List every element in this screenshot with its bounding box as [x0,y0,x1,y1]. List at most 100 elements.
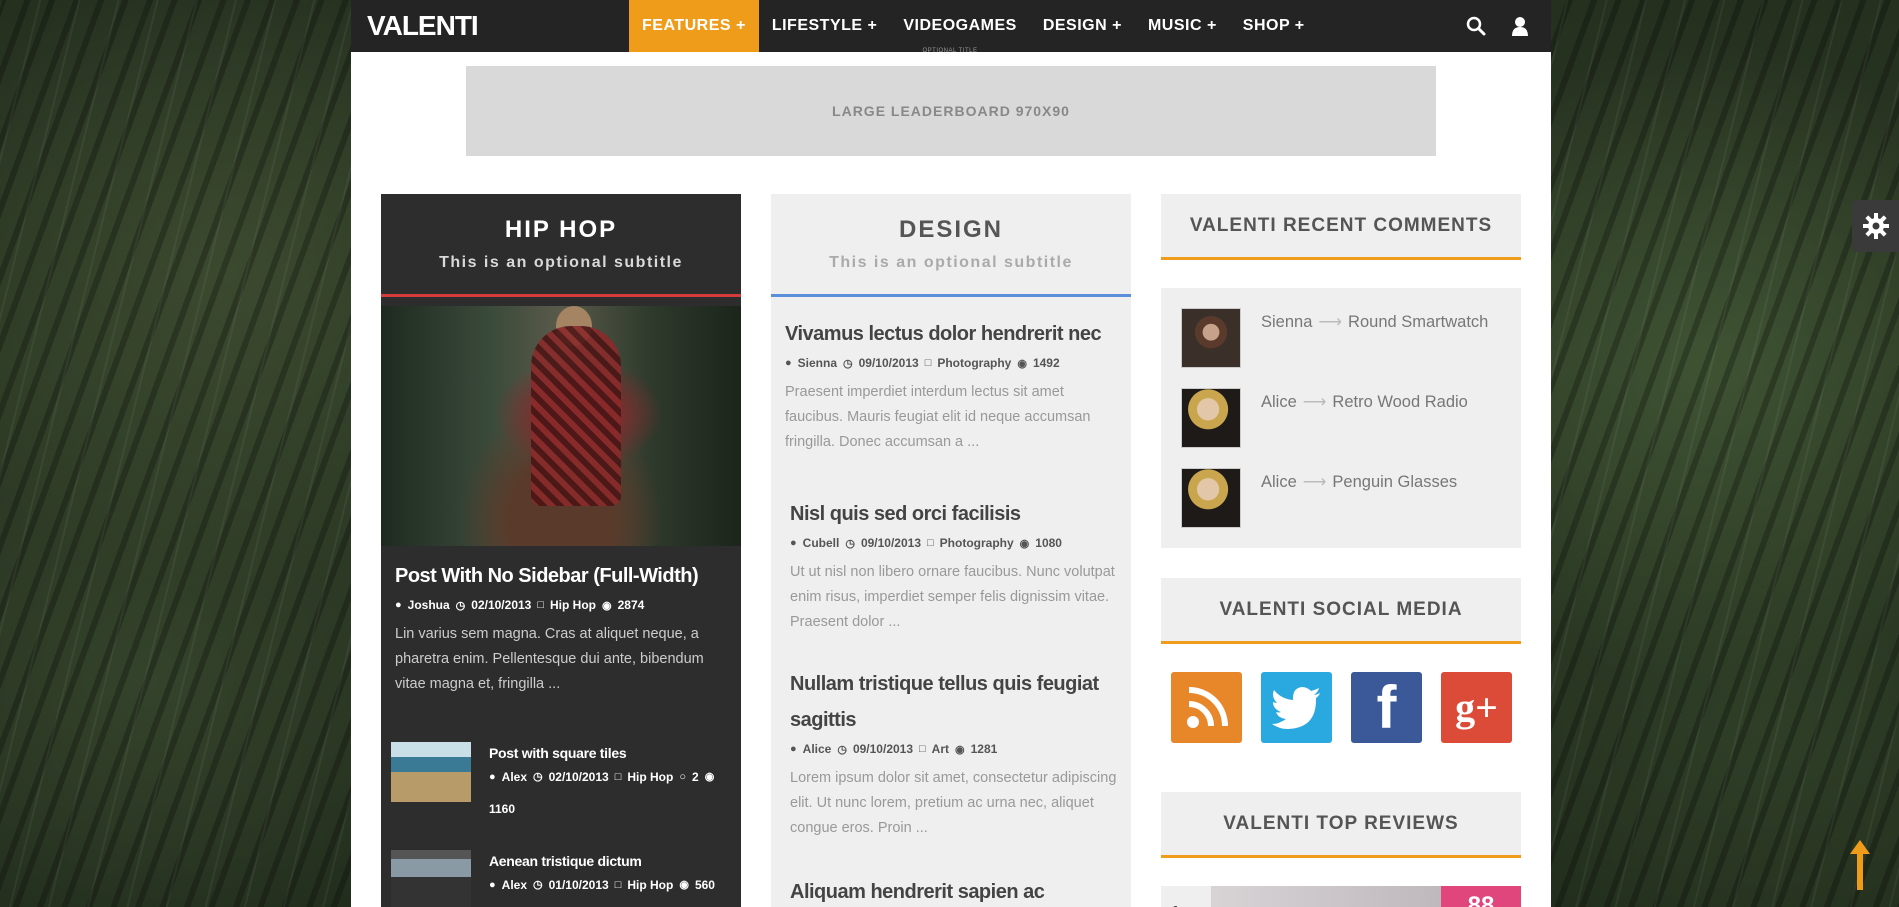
design-subtitle: This is an optional subtitle [829,254,1073,271]
nav-item-design[interactable]: DESIGN + [1030,0,1135,52]
post-meta: ● Alex ◷ 02/10/2013 □ Hip Hop ○ 2 ◉ 1160 [489,764,731,822]
arrow-right-icon: ⟶ [1318,313,1343,331]
twitter-icon[interactable] [1261,672,1332,743]
top-reviews-title: VALENTI TOP REVIEWS [1161,792,1521,858]
user-icon: ● [395,599,402,611]
post-title[interactable]: Vivamus lectus dolor hendrerit nec [785,316,1115,352]
post-thumbnail[interactable] [391,850,471,907]
eye-icon: ◉ [1017,357,1027,370]
post-category[interactable]: Photography [937,356,1011,370]
post-category[interactable]: Hip Hop [627,872,673,898]
folder-icon: □ [614,879,622,891]
review-score: 88 [1441,886,1521,907]
facebook-icon[interactable]: f [1351,672,1422,743]
clock-icon: ◷ [837,743,847,756]
eye-icon: ◉ [602,599,612,612]
comment-text: Sienna ⟶ Round Smartwatch [1261,308,1488,368]
design-post: Nullam tristique tellus quis feugiat sag… [790,666,1120,841]
post-author[interactable]: Alex [502,764,527,790]
eye-icon: ◉ [955,743,965,756]
comment-text: Alice ⟶ Penguin Glasses [1261,468,1457,528]
post-category[interactable]: Hip Hop [627,764,673,790]
post-author[interactable]: Joshua [408,598,450,612]
google-plus-icon[interactable]: g+ [1441,672,1512,743]
nav-item-lifestyle[interactable]: LIFESTYLE + [759,0,891,52]
post-date: 02/10/2013 [471,598,532,612]
post-title[interactable]: Post With No Sidebar (Full-Width) [395,558,725,594]
avatar[interactable] [1181,388,1241,448]
design-post: Nisl quis sed orci facilisis ● Cubell ◷ 09… [790,496,1120,635]
comment-user[interactable]: Alice [1261,473,1297,491]
post-category[interactable]: Hip Hop [550,598,596,612]
nav-item-videogames[interactable]: VIDEOGAMES [890,0,1029,52]
nav-icons [1465,15,1531,37]
post-title[interactable]: Nisl quis sed orci facilisis [790,496,1120,532]
post-thumbnail[interactable] [391,742,471,802]
design-title[interactable]: DESIGN [771,216,1131,244]
comment-icon: ○ [679,771,686,783]
top-review-item[interactable]: 1 88 [1161,886,1521,907]
post-author[interactable]: Cubell [803,536,840,550]
arrow-right-icon: ⟶ [1302,473,1327,491]
comment-item: Alice ⟶ Penguin Glasses [1181,468,1457,528]
hiphop-header: HIP HOP This is an optional subtitle [381,194,741,297]
clock-icon: ◷ [533,771,543,783]
folder-icon: □ [927,537,934,549]
design-post: Aliquam hendrerit sapien ac [790,874,1120,907]
leaderboard-ad[interactable]: LARGE LEADERBOARD 970X90 [466,66,1436,156]
comment-user[interactable]: Alice [1261,393,1297,411]
eye-icon: ◉ [704,771,715,783]
comment-item: Alice ⟶ Retro Wood Radio [1181,388,1468,448]
post-category[interactable]: Photography [940,536,1014,550]
site-logo[interactable]: VALENTI [367,10,479,42]
review-image[interactable] [1211,886,1441,907]
folder-icon: □ [919,743,926,755]
post-date: 09/10/2013 [858,356,919,370]
post-comments[interactable]: 2 [692,764,699,790]
post-author[interactable]: Alice [803,742,832,756]
eye-icon: ◉ [1019,537,1030,550]
comment-item: Sienna ⟶ Round Smartwatch [1181,308,1488,368]
post-date: 09/10/2013 [860,536,921,550]
comment-target[interactable]: Retro Wood Radio [1332,393,1467,411]
avatar[interactable] [1181,468,1241,528]
post-title[interactable]: Aenean tristique dictum [489,850,715,872]
post-date: 01/10/2013 [548,878,609,892]
nav-item-music[interactable]: MUSIC + [1135,0,1230,52]
nav-item-features[interactable]: FEATURES + [629,0,759,52]
nav-menu: FEATURES + LIFESTYLE + VIDEOGAMES DESIGN… [629,0,1318,52]
post-meta: ● Alex ◷ 01/10/2013 □ Hip Hop ◉ 560 [489,872,715,898]
design-column: DESIGN This is an optional subtitle Viva… [771,194,1131,907]
clock-icon: ◷ [843,357,853,370]
post-title[interactable]: Post with square tiles [489,742,731,764]
post-title[interactable]: Aliquam hendrerit sapien ac [790,874,1120,907]
nav-item-shop[interactable]: SHOP + [1230,0,1318,52]
comment-target[interactable]: Penguin Glasses [1332,473,1457,491]
gear-icon[interactable] [1852,200,1899,252]
hiphop-title[interactable]: HIP HOP [381,216,741,244]
post-author[interactable]: Sienna [798,356,837,370]
rss-icon[interactable] [1171,672,1242,743]
post-views: 1080 [1035,536,1062,550]
sidebar: VALENTI RECENT COMMENTS Sienna ⟶ Round Sma… [1161,194,1521,907]
folder-icon: □ [924,357,932,369]
back-to-top-icon[interactable] [1848,840,1872,890]
hiphop-column: HIP HOP This is an optional subtitle Pos… [381,194,741,907]
comment-user[interactable]: Sienna [1261,313,1312,331]
hiphop-hero-image[interactable] [381,306,741,546]
hiphop-main-post: Post With No Sidebar (Full-Width) ● Joshu… [395,558,725,697]
post-meta: ● Joshua ◷ 02/10/2013 □ Hip Hop ◉ 2874 [395,598,725,612]
hiphop-small-post: Post with square tiles ● Alex ◷ 02/10/2013… [391,742,731,822]
ad-optional-title: OPTIONAL TITLE [922,48,978,54]
social-icons: f g+ [1171,672,1512,743]
user-icon[interactable] [1509,15,1531,37]
comment-target[interactable]: Round Smartwatch [1348,313,1488,331]
post-title[interactable]: Nullam tristique tellus quis feugiat sag… [790,666,1120,738]
design-post: Vivamus lectus dolor hendrerit nec ● Sien… [785,316,1115,455]
post-meta: ● Sienna ◷ 09/10/2013 □ Photography ◉ 1492 [785,356,1115,370]
post-category[interactable]: Art [932,742,949,756]
folder-icon: □ [614,771,622,783]
post-author[interactable]: Alex [502,872,527,898]
avatar[interactable] [1181,308,1241,368]
search-icon[interactable] [1465,15,1487,37]
